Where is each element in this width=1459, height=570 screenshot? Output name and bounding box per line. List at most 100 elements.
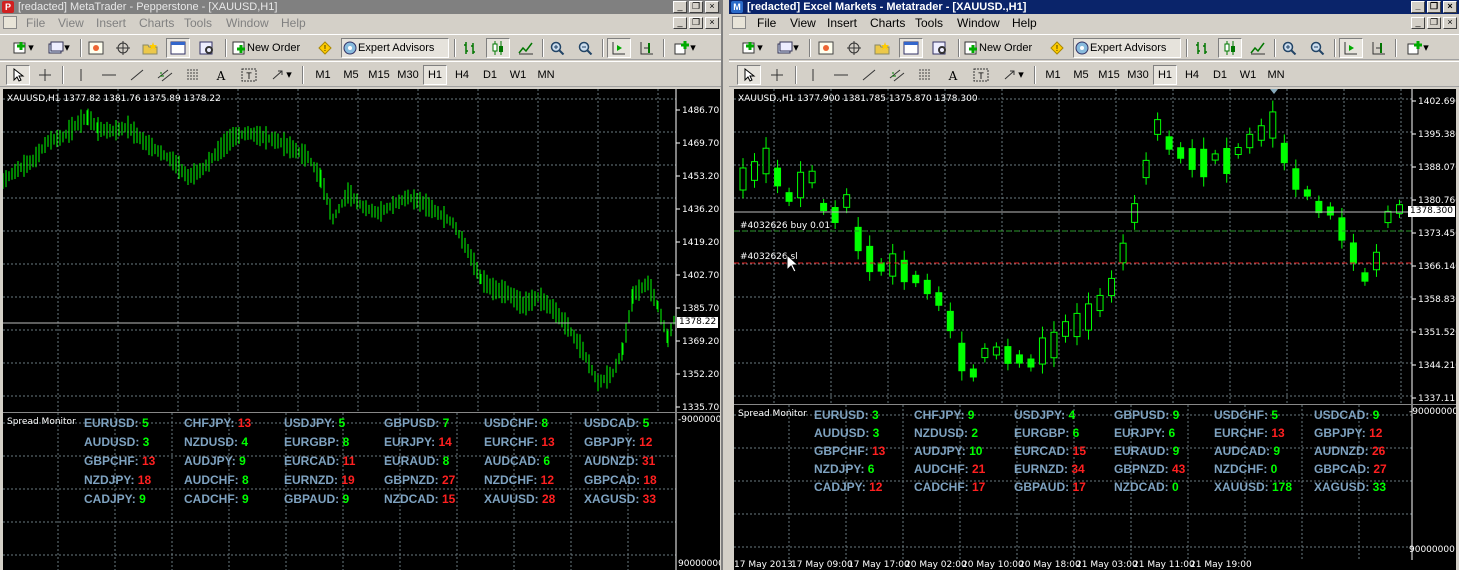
restore-icon[interactable]: ❐ (689, 1, 703, 13)
text-tool-icon[interactable]: A (942, 65, 964, 85)
fibonacci-icon[interactable] (182, 65, 204, 85)
menu-insert[interactable]: Insert (96, 16, 126, 30)
zoom-out-icon[interactable] (575, 38, 597, 58)
menu-tools[interactable]: Tools (915, 16, 943, 30)
tf-m5[interactable]: M5 (1068, 65, 1094, 85)
text-label-icon[interactable]: T (970, 65, 992, 85)
tf-h4[interactable]: H4 (450, 65, 474, 85)
terminal-toggle-icon[interactable] (899, 38, 923, 58)
profiles-button[interactable]: ▾ (44, 38, 74, 58)
metaeditor-icon[interactable]: ! (1046, 38, 1068, 58)
tf-m15[interactable]: M15 (1095, 65, 1123, 85)
tf-m1[interactable]: M1 (310, 65, 336, 85)
close-icon[interactable]: × (705, 1, 719, 13)
menu-charts[interactable]: Charts (139, 16, 174, 30)
menu-view[interactable]: View (790, 16, 816, 30)
child-minimize-icon[interactable]: _ (1411, 17, 1425, 29)
terminal-toggle-icon[interactable] (166, 38, 190, 58)
minimize-icon[interactable]: _ (1411, 1, 1425, 13)
close-icon[interactable]: × (1443, 1, 1457, 13)
fibonacci-icon[interactable] (914, 65, 936, 85)
crosshair-icon[interactable] (766, 65, 788, 85)
tf-d1[interactable]: D1 (1208, 65, 1232, 85)
auto-scroll-icon[interactable] (1339, 38, 1363, 58)
horizontal-line-icon[interactable] (98, 65, 120, 85)
vertical-line-icon[interactable] (70, 65, 92, 85)
tf-m30[interactable]: M30 (1124, 65, 1152, 85)
child-close-icon[interactable]: × (705, 17, 719, 29)
metaeditor-icon[interactable]: ! (314, 38, 336, 58)
minimize-icon[interactable]: _ (673, 1, 687, 13)
tf-m5[interactable]: M5 (338, 65, 364, 85)
menu-tools[interactable]: Tools (184, 16, 212, 30)
market-watch-icon[interactable] (85, 38, 107, 58)
text-tool-icon[interactable]: A (210, 65, 232, 85)
menu-file[interactable]: File (757, 16, 776, 30)
tf-h1[interactable]: H1 (1153, 65, 1177, 85)
child-minimize-icon[interactable]: _ (673, 17, 687, 29)
crosshair-navigator-icon[interactable] (843, 38, 865, 58)
tf-mn[interactable]: MN (1263, 65, 1289, 85)
menu-file[interactable]: File (26, 16, 45, 30)
arrows-icon[interactable]: ▾ (266, 65, 296, 85)
line-chart-icon[interactable] (1247, 38, 1269, 58)
expert-advisors-button[interactable]: Expert Advisors (341, 38, 449, 58)
profiles-button[interactable]: ▾ (773, 38, 803, 58)
child-restore-icon[interactable]: ❐ (1427, 17, 1441, 29)
cursor-icon[interactable] (737, 65, 761, 85)
zoom-in-icon[interactable] (1279, 38, 1301, 58)
menu-view[interactable]: View (58, 16, 84, 30)
indicators-button[interactable]: ▾ (668, 38, 702, 58)
vertical-line-icon[interactable] (802, 65, 824, 85)
zoom-in-icon[interactable] (547, 38, 569, 58)
document-icon[interactable] (3, 16, 17, 29)
strategy-tester-icon[interactable] (928, 38, 952, 58)
price-chart[interactable]: 1486.70 1469.70 1453.20 1436.20 1419.20 1402.… (3, 89, 720, 412)
new-order-button[interactable]: New Order (962, 38, 1042, 58)
candlestick-chart-icon[interactable] (486, 38, 510, 58)
auto-scroll-icon[interactable] (607, 38, 631, 58)
menu-insert[interactable]: Insert (827, 16, 857, 30)
tf-h1[interactable]: H1 (423, 65, 447, 85)
tf-d1[interactable]: D1 (478, 65, 502, 85)
line-chart-icon[interactable] (515, 38, 537, 58)
child-close-icon[interactable]: × (1443, 17, 1457, 29)
candlestick-chart-icon[interactable] (1218, 38, 1242, 58)
new-chart-button[interactable]: ▾ (6, 38, 40, 58)
favorites-folder-icon[interactable] (139, 38, 161, 58)
arrows-icon[interactable]: ▾ (998, 65, 1028, 85)
tf-m15[interactable]: M15 (365, 65, 393, 85)
tf-w1[interactable]: W1 (1236, 65, 1260, 85)
chart-shift-icon[interactable] (1368, 38, 1390, 58)
bar-chart-icon[interactable] (1191, 38, 1213, 58)
equidistant-channel-icon[interactable] (154, 65, 176, 85)
menu-charts[interactable]: Charts (870, 16, 905, 30)
new-order-button[interactable]: New Order (230, 38, 310, 58)
zoom-out-icon[interactable] (1307, 38, 1329, 58)
trendline-icon[interactable] (858, 65, 880, 85)
restore-icon[interactable]: ❐ (1427, 1, 1441, 13)
menu-window[interactable]: Window (226, 16, 269, 30)
crosshair-icon[interactable] (34, 65, 56, 85)
equidistant-channel-icon[interactable] (886, 65, 908, 85)
indicators-button[interactable]: ▾ (1401, 38, 1435, 58)
new-chart-button[interactable]: ▾ (735, 38, 769, 58)
tf-m30[interactable]: M30 (394, 65, 422, 85)
crosshair-navigator-icon[interactable] (112, 38, 134, 58)
bar-chart-icon[interactable] (459, 38, 481, 58)
menu-help[interactable]: Help (1012, 16, 1037, 30)
price-chart[interactable]: 1402.690 1395.380 1388.070 1380.760 1373.450… (734, 89, 1456, 404)
menu-window[interactable]: Window (957, 16, 1000, 30)
document-icon[interactable] (732, 16, 746, 29)
text-label-icon[interactable]: T (238, 65, 260, 85)
tf-h4[interactable]: H4 (1180, 65, 1204, 85)
tf-m1[interactable]: M1 (1040, 65, 1066, 85)
cursor-icon[interactable] (6, 65, 30, 85)
strategy-tester-icon[interactable] (195, 38, 219, 58)
tf-mn[interactable]: MN (533, 65, 559, 85)
child-restore-icon[interactable]: ❐ (689, 17, 703, 29)
tf-w1[interactable]: W1 (506, 65, 530, 85)
menu-help[interactable]: Help (281, 16, 306, 30)
favorites-folder-icon[interactable] (871, 38, 893, 58)
trendline-icon[interactable] (126, 65, 148, 85)
